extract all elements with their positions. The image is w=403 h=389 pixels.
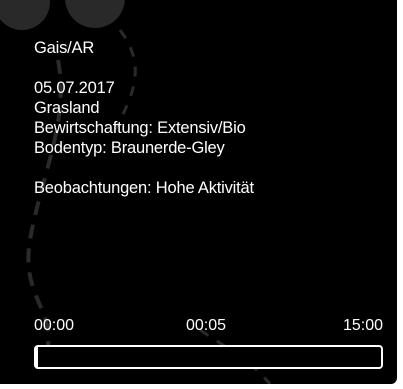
timeline-current-label: 00:05 xyxy=(186,317,227,334)
decoration-circle-right xyxy=(65,0,125,28)
timeline-end-label: 15:00 xyxy=(342,317,383,334)
observation-info: Gais/AR 05.07.2017 Grasland Bewirtschaft… xyxy=(34,38,254,198)
habitat-label: Grasland xyxy=(34,99,100,117)
info-panel: Gais/AR 05.07.2017 Grasland Bewirtschaft… xyxy=(0,0,397,384)
timeline-labels: 00:00 00:05 15:00 xyxy=(34,317,383,337)
location-label: Gais/AR xyxy=(34,39,95,57)
observation-label: Beobachtungen: Hohe Aktivität xyxy=(34,179,254,197)
date-label: 05.07.2017 xyxy=(34,79,115,97)
timeline-progress-bar[interactable] xyxy=(34,345,383,369)
soil-label: Bodentyp: Braunerde-Gley xyxy=(34,139,225,157)
decoration-circle-left xyxy=(0,0,50,30)
timeline-start-label: 00:00 xyxy=(34,317,75,334)
timeline-progress-fill xyxy=(36,347,38,367)
management-label: Bewirtschaftung: Extensiv/Bio xyxy=(34,119,246,137)
